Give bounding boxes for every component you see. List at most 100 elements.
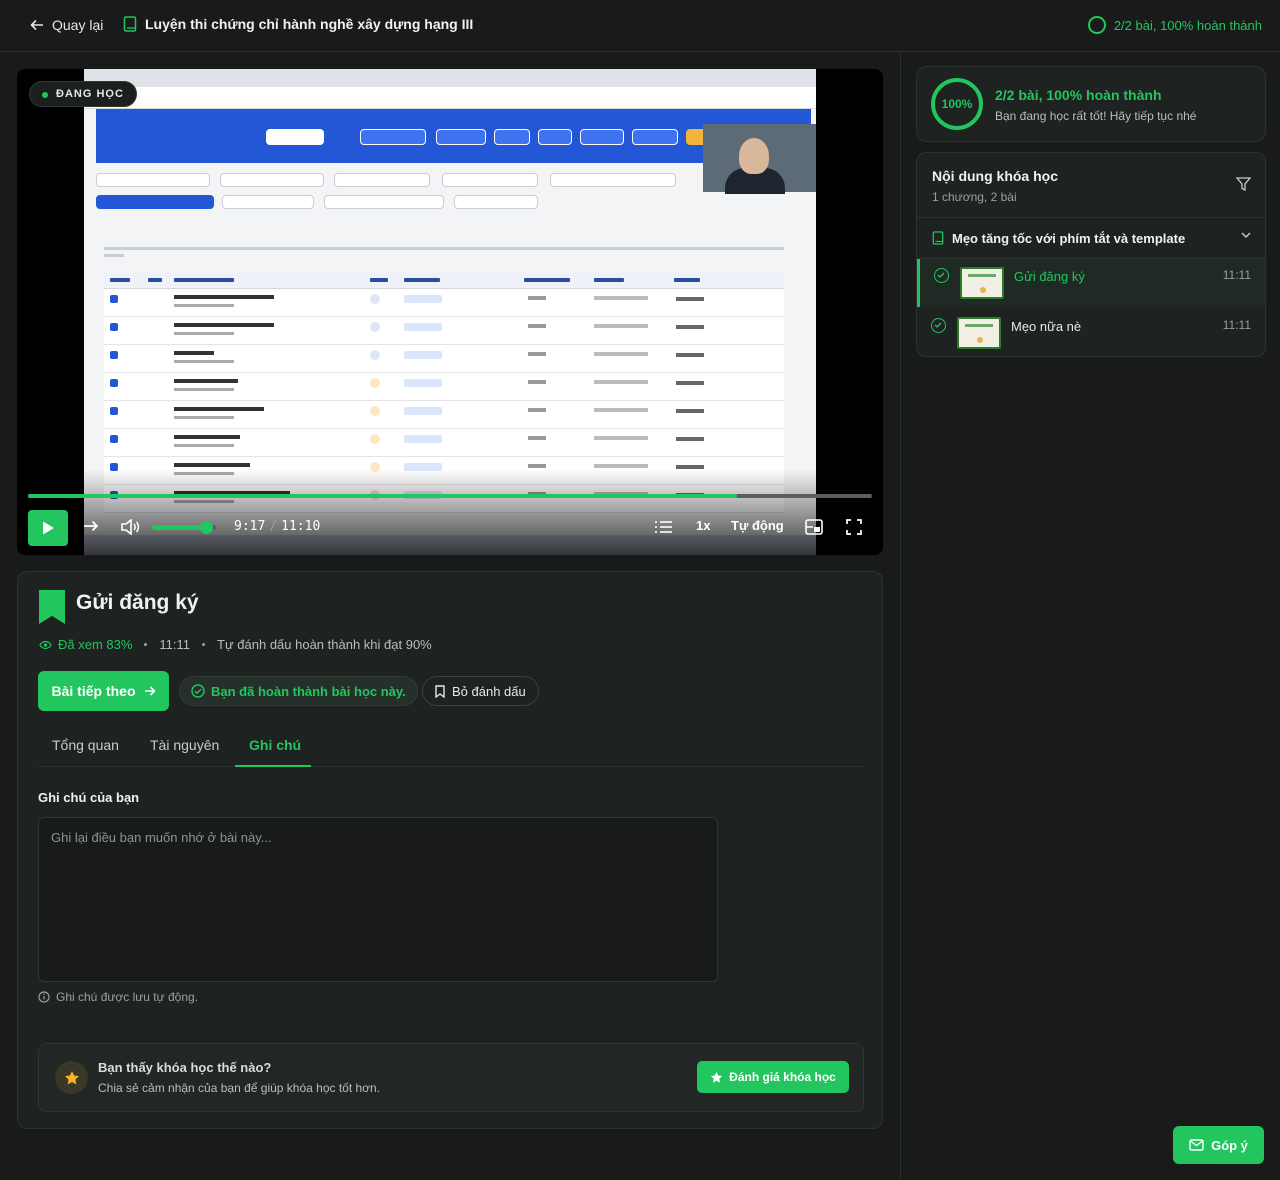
lesson-name: Mẹo nữa nè (1011, 319, 1082, 334)
chapter-title: Mẹo tăng tốc với phím tắt và template (952, 230, 1186, 246)
eye-icon (39, 640, 52, 649)
quality-button[interactable]: Tự động (731, 518, 784, 533)
video-table-row (104, 289, 784, 317)
progress-subtitle: Bạn đang học rất tốt! Hãy tiếp tục nhé (995, 109, 1197, 123)
seek-bar-fill (28, 494, 737, 498)
tab-notes[interactable]: Ghi chú (249, 737, 301, 753)
list-icon (655, 521, 672, 533)
lesson-thumbnail (960, 267, 1004, 299)
mail-icon (1189, 1139, 1204, 1151)
rate-course-label: Đánh giá khóa học (729, 1070, 836, 1084)
lesson-panel: Gửi đăng ký Đã xem 83% 11:11 Tự đánh dấu… (17, 571, 883, 1129)
arrow-left-icon (30, 19, 43, 31)
video-app-tabs (96, 173, 786, 213)
speed-button[interactable]: 1x (696, 518, 710, 533)
video-table-row (104, 345, 784, 373)
seek-bar[interactable] (28, 494, 872, 498)
learning-badge: ĐANG HỌC (29, 81, 137, 107)
video-table-desc (104, 247, 784, 263)
volume-slider[interactable] (152, 521, 216, 534)
meta-separator (202, 643, 206, 646)
play-icon (43, 521, 54, 535)
top-bar: Quay lại Luyện thi chứng chỉ hành nghề x… (0, 0, 1280, 52)
arrow-right-icon (144, 686, 156, 696)
time-display: 9:17/11:10 (234, 519, 321, 534)
total-time: 11:10 (281, 519, 321, 534)
course-title: Luyện thi chứng chỉ hành nghề xây dựng h… (123, 16, 473, 32)
lesson-thumbnail (957, 317, 1001, 349)
completed-status-button[interactable]: Bạn đã hoàn thành bài học này. (179, 676, 418, 706)
rating-title: Bạn thấy khóa học thế nào? (98, 1060, 272, 1075)
rating-prompt: Bạn thấy khóa học thế nào? Chia sẻ cảm n… (38, 1043, 864, 1112)
unmark-button[interactable]: Bỏ đánh dấu (422, 676, 539, 706)
course-content-card: Nội dung khóa học 1 chương, 2 bài Mẹo tă… (916, 152, 1266, 357)
autosave-note: Ghi chú được lưu tự động. (38, 990, 198, 1004)
feedback-button[interactable]: Góp ý (1173, 1126, 1264, 1164)
fullscreen-button[interactable] (846, 519, 862, 538)
bookmark-icon (39, 590, 65, 624)
progress-ring: 100% (931, 78, 983, 130)
lesson-item[interactable]: Gửi đăng ký 11:11 (917, 259, 1265, 307)
notes-textarea[interactable] (38, 817, 718, 982)
rating-subtitle: Chia sẻ cảm nhận của bạn để giúp khóa họ… (98, 1081, 381, 1095)
back-label: Quay lại (52, 17, 104, 33)
feedback-label: Góp ý (1211, 1137, 1248, 1153)
video-browser-tabs (84, 69, 816, 87)
watched-text: Đã xem 83% (58, 637, 133, 652)
filter-button[interactable] (1235, 177, 1252, 196)
notes-label: Ghi chú của bạn (38, 790, 140, 805)
check-circle-icon (191, 684, 205, 698)
current-time: 9:17 (234, 519, 266, 534)
pip-button[interactable] (805, 519, 823, 538)
lesson-tabs: Tổng quan Tài nguyên Ghi chú (38, 725, 864, 767)
lesson-name: Gửi đăng ký (1014, 269, 1085, 284)
bookmark-outline-icon (435, 684, 445, 698)
top-progress: 2/2 bài, 100% hoàn thành (1087, 16, 1262, 34)
arrow-right-icon (84, 520, 99, 532)
next-lesson-button[interactable]: Bài tiếp theo (38, 671, 169, 711)
lesson-item[interactable]: Mẹo nữa nè 11:11 (917, 309, 1265, 357)
auto-complete-note: Tự đánh dấu hoàn thành khi đạt 90% (217, 637, 432, 652)
filter-icon (1235, 177, 1252, 192)
progress-card: 100% 2/2 bài, 100% hoàn thành Bạn đang h… (916, 66, 1266, 142)
lesson-duration: 11:11 (159, 637, 191, 652)
fullscreen-icon (846, 519, 862, 535)
back-button[interactable]: Quay lại (30, 17, 103, 33)
progress-title: 2/2 bài, 100% hoàn thành (995, 87, 1162, 103)
active-tab-indicator (235, 765, 311, 767)
video-player[interactable]: ĐANG HỌC 9:17/11:10 1x Tự động (17, 69, 883, 555)
play-button[interactable] (28, 510, 68, 546)
next-lesson-label: Bài tiếp theo (51, 683, 136, 699)
book-icon (932, 231, 944, 245)
lesson-title: Gửi đăng ký (76, 591, 199, 614)
check-circle-icon (931, 318, 946, 333)
course-sidebar: 100% 2/2 bài, 100% hoàn thành Bạn đang h… (900, 52, 1280, 1180)
lesson-duration: 11:11 (1222, 318, 1251, 332)
chapter-header[interactable]: Mẹo tăng tốc với phím tắt và template (917, 217, 1265, 259)
video-table-row (104, 373, 784, 401)
progress-ring-icon (1087, 16, 1106, 34)
tab-resources[interactable]: Tài nguyên (150, 737, 219, 753)
webcam-overlay (703, 124, 816, 194)
tab-overview[interactable]: Tổng quan (52, 737, 119, 753)
chapters-button[interactable] (655, 520, 672, 537)
star-icon (710, 1071, 723, 1083)
volume-button[interactable] (120, 518, 140, 538)
top-progress-text: 2/2 bài, 100% hoàn thành (1113, 17, 1262, 33)
course-title-text: Luyện thi chứng chỉ hành nghề xây dựng h… (145, 16, 474, 32)
unmark-label: Bỏ đánh dấu (452, 683, 526, 699)
course-content-subtitle: 1 chương, 2 bài (932, 190, 1017, 204)
video-table-row (104, 401, 784, 429)
watched-status: Đã xem 83% (39, 637, 132, 652)
rate-course-button[interactable]: Đánh giá khóa học (697, 1061, 849, 1093)
controls-shade (17, 469, 883, 555)
book-icon (123, 16, 137, 32)
star-icon (64, 1070, 79, 1084)
volume-slider-fill (152, 525, 207, 530)
chevron-down-icon (1241, 232, 1251, 238)
lesson-meta: Đã xem 83% 11:11 Tự đánh dấu hoàn thành … (39, 637, 432, 652)
skip-forward-button[interactable] (83, 519, 99, 536)
check-circle-icon (934, 268, 949, 283)
video-table-head (104, 273, 784, 289)
video-table-row (104, 317, 784, 345)
